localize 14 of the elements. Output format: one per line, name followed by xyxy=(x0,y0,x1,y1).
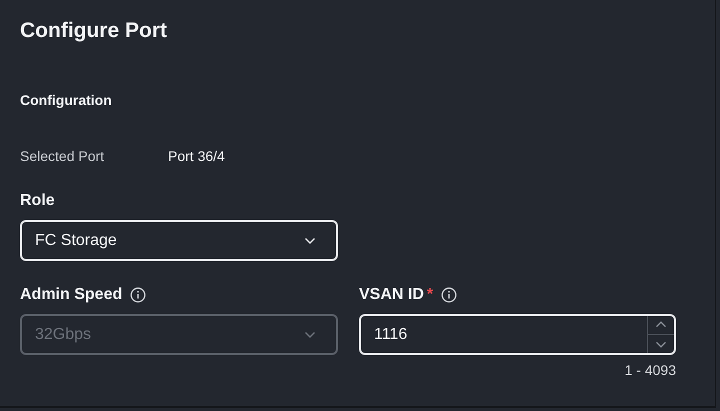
required-mark: * xyxy=(426,286,434,304)
field-label: Selected Port xyxy=(20,147,106,165)
section-heading: Configuration xyxy=(20,91,113,109)
field-label: Role xyxy=(20,192,55,210)
panel-title: Configure Port xyxy=(20,19,168,43)
number-field[interactable]: 1116 xyxy=(359,314,676,355)
field-value: Port 36/4 xyxy=(168,147,225,165)
info-icon[interactable] xyxy=(441,287,458,303)
chevron-down-icon xyxy=(304,236,316,244)
field-label: VSAN ID xyxy=(359,286,424,304)
range-hint: 1 - 4093 xyxy=(624,362,676,378)
select-field[interactable]: FC Storage xyxy=(20,220,338,261)
chevron-down-icon xyxy=(304,330,316,338)
field-label: Admin Speed xyxy=(20,286,122,304)
